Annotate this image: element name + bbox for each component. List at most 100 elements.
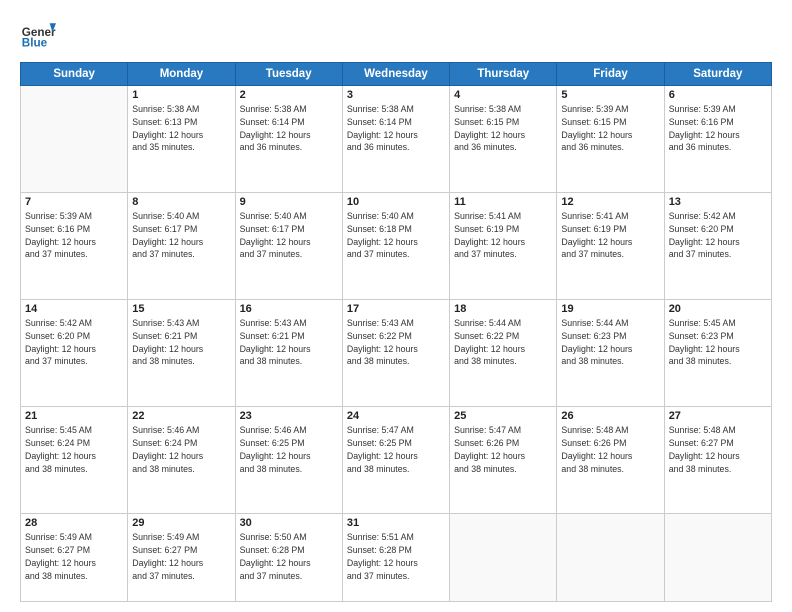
- day-cell: 16 Sunrise: 5:43 AM Sunset: 6:21 PM Dayli…: [235, 300, 342, 407]
- day-cell: 24 Sunrise: 5:47 AM Sunset: 6:25 PM Dayli…: [342, 407, 449, 514]
- day-info: Sunrise: 5:40 AM Sunset: 6:18 PM Dayligh…: [347, 210, 445, 261]
- day-info: Sunrise: 5:45 AM Sunset: 6:23 PM Dayligh…: [669, 317, 767, 368]
- day-number: 27: [669, 410, 767, 422]
- day-cell: 31 Sunrise: 5:51 AM Sunset: 6:28 PM Dayli…: [342, 514, 449, 602]
- day-number: 15: [132, 303, 230, 315]
- day-info: Sunrise: 5:39 AM Sunset: 6:16 PM Dayligh…: [669, 103, 767, 154]
- day-number: 11: [454, 196, 552, 208]
- week-row-5: 28 Sunrise: 5:49 AM Sunset: 6:27 PM Dayli…: [21, 514, 772, 602]
- day-info: Sunrise: 5:43 AM Sunset: 6:22 PM Dayligh…: [347, 317, 445, 368]
- day-cell: 27Sunrise: 5:48 AM Sunset: 6:27 PM Dayli…: [664, 407, 771, 514]
- day-number: 5: [561, 89, 659, 101]
- day-number: 20: [669, 303, 767, 315]
- weekday-header-saturday: Saturday: [664, 63, 771, 86]
- day-cell: 3Sunrise: 5:38 AM Sunset: 6:14 PM Daylig…: [342, 86, 449, 193]
- weekday-header-wednesday: Wednesday: [342, 63, 449, 86]
- day-number: 18: [454, 303, 552, 315]
- day-number: 12: [561, 196, 659, 208]
- week-row-4: 21 Sunrise: 5:45 AM Sunset: 6:24 PM Dayli…: [21, 407, 772, 514]
- weekday-header-thursday: Thursday: [450, 63, 557, 86]
- day-cell: [557, 514, 664, 602]
- day-info: Sunrise: 5:47 AM Sunset: 6:25 PM Dayligh…: [347, 424, 445, 475]
- day-cell: [450, 514, 557, 602]
- day-cell: [664, 514, 771, 602]
- day-info: Sunrise: 5:41 AM Sunset: 6:19 PM Dayligh…: [561, 210, 659, 261]
- day-cell: 20 Sunrise: 5:45 AM Sunset: 6:23 PM Dayli…: [664, 300, 771, 407]
- day-cell: 25 Sunrise: 5:47 AM Sunset: 6:26 PM Dayli…: [450, 407, 557, 514]
- day-number: 31: [347, 517, 445, 529]
- day-info: Sunrise: 5:50 AM Sunset: 6:28 PM Dayligh…: [240, 531, 338, 582]
- day-number: 24: [347, 410, 445, 422]
- day-cell: 17 Sunrise: 5:43 AM Sunset: 6:22 PM Dayli…: [342, 300, 449, 407]
- day-number: 16: [240, 303, 338, 315]
- day-cell: 4Sunrise: 5:38 AM Sunset: 6:15 PM Daylig…: [450, 86, 557, 193]
- day-number: 9: [240, 196, 338, 208]
- weekday-header-row: SundayMondayTuesdayWednesdayThursdayFrid…: [21, 63, 772, 86]
- day-number: 7: [25, 196, 123, 208]
- day-cell: 15Sunrise: 5:43 AM Sunset: 6:21 PM Dayli…: [128, 300, 235, 407]
- day-cell: 22Sunrise: 5:46 AM Sunset: 6:24 PM Dayli…: [128, 407, 235, 514]
- day-info: Sunrise: 5:39 AM Sunset: 6:15 PM Dayligh…: [561, 103, 659, 154]
- day-cell: 9 Sunrise: 5:40 AM Sunset: 6:17 PM Daylig…: [235, 193, 342, 300]
- day-number: 25: [454, 410, 552, 422]
- weekday-header-monday: Monday: [128, 63, 235, 86]
- day-cell: 12 Sunrise: 5:41 AM Sunset: 6:19 PM Dayli…: [557, 193, 664, 300]
- week-row-1: 1 Sunrise: 5:38 AM Sunset: 6:13 PM Daylig…: [21, 86, 772, 193]
- day-info: Sunrise: 5:43 AM Sunset: 6:21 PM Dayligh…: [240, 317, 338, 368]
- day-cell: 21 Sunrise: 5:45 AM Sunset: 6:24 PM Dayli…: [21, 407, 128, 514]
- logo: General Blue: [20, 16, 58, 52]
- day-number: 30: [240, 517, 338, 529]
- day-number: 10: [347, 196, 445, 208]
- page: General Blue SundayMondayTuesdayWednesda…: [0, 0, 792, 612]
- day-cell: 5 Sunrise: 5:39 AM Sunset: 6:15 PM Daylig…: [557, 86, 664, 193]
- weekday-header-tuesday: Tuesday: [235, 63, 342, 86]
- day-info: Sunrise: 5:38 AM Sunset: 6:13 PM Dayligh…: [132, 103, 230, 154]
- day-info: Sunrise: 5:49 AM Sunset: 6:27 PM Dayligh…: [25, 531, 123, 582]
- day-number: 1: [132, 89, 230, 101]
- day-number: 22: [132, 410, 230, 422]
- day-info: Sunrise: 5:40 AM Sunset: 6:17 PM Dayligh…: [240, 210, 338, 261]
- day-cell: [21, 86, 128, 193]
- day-info: Sunrise: 5:47 AM Sunset: 6:26 PM Dayligh…: [454, 424, 552, 475]
- day-cell: 14 Sunrise: 5:42 AM Sunset: 6:20 PM Dayli…: [21, 300, 128, 407]
- day-number: 29: [132, 517, 230, 529]
- day-cell: 26Sunrise: 5:48 AM Sunset: 6:26 PM Dayli…: [557, 407, 664, 514]
- day-number: 21: [25, 410, 123, 422]
- day-info: Sunrise: 5:38 AM Sunset: 6:14 PM Dayligh…: [347, 103, 445, 154]
- day-number: 13: [669, 196, 767, 208]
- day-info: Sunrise: 5:42 AM Sunset: 6:20 PM Dayligh…: [669, 210, 767, 261]
- day-cell: 23Sunrise: 5:46 AM Sunset: 6:25 PM Dayli…: [235, 407, 342, 514]
- day-number: 6: [669, 89, 767, 101]
- day-info: Sunrise: 5:38 AM Sunset: 6:15 PM Dayligh…: [454, 103, 552, 154]
- day-number: 28: [25, 517, 123, 529]
- day-cell: 1 Sunrise: 5:38 AM Sunset: 6:13 PM Daylig…: [128, 86, 235, 193]
- day-cell: 13 Sunrise: 5:42 AM Sunset: 6:20 PM Dayli…: [664, 193, 771, 300]
- day-info: Sunrise: 5:45 AM Sunset: 6:24 PM Dayligh…: [25, 424, 123, 475]
- day-cell: 2 Sunrise: 5:38 AM Sunset: 6:14 PM Daylig…: [235, 86, 342, 193]
- day-cell: 8 Sunrise: 5:40 AM Sunset: 6:17 PM Daylig…: [128, 193, 235, 300]
- day-number: 14: [25, 303, 123, 315]
- week-row-3: 14 Sunrise: 5:42 AM Sunset: 6:20 PM Dayli…: [21, 300, 772, 407]
- day-number: 19: [561, 303, 659, 315]
- weekday-header-friday: Friday: [557, 63, 664, 86]
- day-info: Sunrise: 5:38 AM Sunset: 6:14 PM Dayligh…: [240, 103, 338, 154]
- day-info: Sunrise: 5:39 AM Sunset: 6:16 PM Dayligh…: [25, 210, 123, 261]
- day-info: Sunrise: 5:40 AM Sunset: 6:17 PM Dayligh…: [132, 210, 230, 261]
- day-info: Sunrise: 5:48 AM Sunset: 6:26 PM Dayligh…: [561, 424, 659, 475]
- calendar-table: SundayMondayTuesdayWednesdayThursdayFrid…: [20, 62, 772, 602]
- day-cell: 29Sunrise: 5:49 AM Sunset: 6:27 PM Dayli…: [128, 514, 235, 602]
- day-cell: 18Sunrise: 5:44 AM Sunset: 6:22 PM Dayli…: [450, 300, 557, 407]
- day-info: Sunrise: 5:41 AM Sunset: 6:19 PM Dayligh…: [454, 210, 552, 261]
- day-number: 17: [347, 303, 445, 315]
- svg-text:Blue: Blue: [22, 37, 48, 50]
- day-cell: 28 Sunrise: 5:49 AM Sunset: 6:27 PM Dayli…: [21, 514, 128, 602]
- day-cell: 11 Sunrise: 5:41 AM Sunset: 6:19 PM Dayli…: [450, 193, 557, 300]
- day-info: Sunrise: 5:51 AM Sunset: 6:28 PM Dayligh…: [347, 531, 445, 582]
- day-cell: 30 Sunrise: 5:50 AM Sunset: 6:28 PM Dayli…: [235, 514, 342, 602]
- day-cell: 10 Sunrise: 5:40 AM Sunset: 6:18 PM Dayli…: [342, 193, 449, 300]
- day-number: 2: [240, 89, 338, 101]
- day-cell: 7 Sunrise: 5:39 AM Sunset: 6:16 PM Daylig…: [21, 193, 128, 300]
- day-info: Sunrise: 5:42 AM Sunset: 6:20 PM Dayligh…: [25, 317, 123, 368]
- day-number: 8: [132, 196, 230, 208]
- week-row-2: 7 Sunrise: 5:39 AM Sunset: 6:16 PM Daylig…: [21, 193, 772, 300]
